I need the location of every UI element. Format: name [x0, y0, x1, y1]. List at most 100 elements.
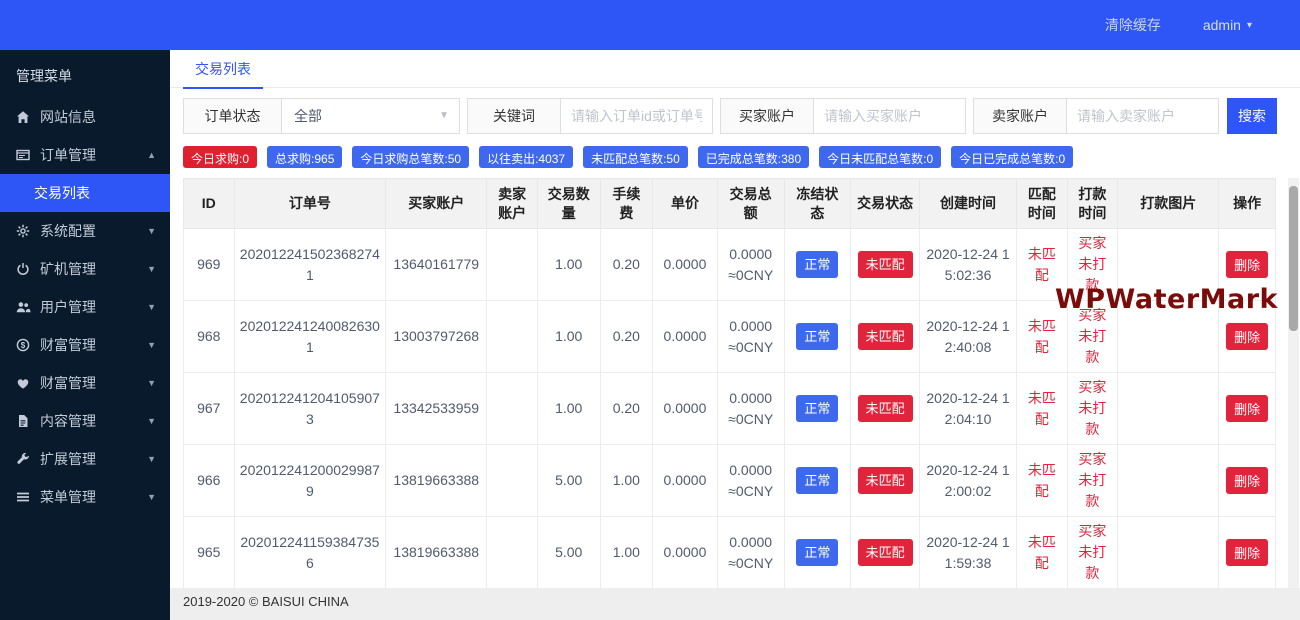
cell-value: 2020-12-24 15:02:36 — [926, 245, 1010, 283]
cell-created: 2020-12-24 12:04:10 — [918, 372, 1018, 445]
cell-price: 0.0000 — [652, 300, 718, 373]
cell-value: 969 — [197, 256, 221, 272]
cell-created: 2020-12-24 11:59:38 — [918, 516, 1018, 588]
cell-match: 未匹配 — [1016, 372, 1068, 445]
orders-icon — [16, 148, 31, 163]
scrollbar-thumb[interactable] — [1289, 186, 1298, 331]
column-header: 创建时间 — [918, 178, 1018, 229]
cell-value: 2020-12-24 12:40:08 — [926, 317, 1010, 355]
cell-order-no: 2020122412400826301 — [233, 300, 387, 373]
cell-order-no: 2020122411593847356 — [233, 516, 387, 588]
sidebar-item-site-info[interactable]: 网站信息 — [0, 98, 170, 136]
cell-value: 5.00 — [555, 544, 583, 560]
cell-id: 968 — [183, 300, 235, 373]
cell-image — [1117, 516, 1220, 588]
buyer-filter: 买家账户 — [720, 98, 966, 134]
cell-freeze: 正常 — [783, 372, 852, 445]
sidebar-item-miner-mgmt[interactable]: 矿机管理 ▼ — [0, 250, 170, 288]
main-content: 交易列表 订单状态 全部 ▼ 关键词 买家账户 卖家账户 搜 — [170, 50, 1300, 620]
trade-status-badge: 未匹配 — [857, 538, 913, 567]
cell-action: 删除 — [1218, 228, 1276, 301]
cell-created: 2020-12-24 12:40:08 — [918, 300, 1018, 373]
cell-action: 删除 — [1218, 300, 1276, 373]
keyword-input[interactable] — [560, 98, 713, 134]
sidebar-menu: 网站信息 订单管理 ▲ 交易列表 系统配置 ▼ 矿机管理 ▼ 用户管理 ▼ $ 财富管理 ▼ 财富管理 ▼ 内… — [0, 98, 170, 516]
table-row: 969 2020122415023682741 13640161779 1.00 0.2… — [183, 228, 1276, 301]
cell-order-no: 2020122412041059073 — [233, 372, 387, 445]
sidebar-item-label: 网站信息 — [40, 109, 96, 125]
stat-badge: 已完成总笔数:380 — [697, 146, 810, 168]
buyer-account-input[interactable] — [813, 98, 966, 134]
cell-id: 967 — [183, 372, 235, 445]
cell-order-no: 2020122412000299879 — [233, 444, 387, 517]
chevron-down-icon: ▼ — [147, 416, 156, 426]
pay-time-status: 买家未打款 — [1078, 235, 1107, 293]
cell-value: 0.0000 — [663, 256, 707, 272]
seller-account-input[interactable] — [1066, 98, 1219, 134]
cell-freeze: 正常 — [783, 300, 852, 373]
match-time-status: 未匹配 — [1027, 389, 1056, 427]
cell-value: 1.00 — [612, 472, 640, 488]
cell-total: 0.0000 ≈0CNY — [716, 444, 785, 517]
footer: 2019-2020 © BAISUI CHINA — [170, 588, 1300, 620]
cell-action: 删除 — [1218, 516, 1276, 588]
stat-badge: 今日未匹配总笔数:0 — [819, 146, 942, 168]
table-scrollbar[interactable] — [1288, 178, 1299, 588]
pay-time-status: 买家未打款 — [1078, 451, 1107, 509]
sidebar-item-menu-mgmt[interactable]: 菜单管理 ▼ — [0, 478, 170, 516]
cell-value: 2020122412041059073 — [239, 389, 380, 427]
footer-text: 2019-2020 © BAISUI CHINA — [183, 594, 349, 609]
cell-value: 2020122411593847356 — [240, 533, 380, 571]
match-time-status: 未匹配 — [1027, 533, 1056, 571]
tab-transaction-list[interactable]: 交易列表 — [183, 50, 263, 89]
sidebar-item-extension-mgmt[interactable]: 扩展管理 ▼ — [0, 440, 170, 478]
cell-status: 未匹配 — [850, 300, 920, 373]
seller-account-label: 卖家账户 — [973, 98, 1066, 134]
cell-value: 13640161779 — [393, 256, 480, 272]
stat-badge: 以往卖出:4037 — [479, 146, 574, 168]
cell-value: 965 — [197, 544, 221, 560]
sidebar-item-wealth-mgmt-1[interactable]: $ 财富管理 ▼ — [0, 326, 170, 364]
tabbar: 交易列表 — [170, 50, 1300, 89]
delete-button[interactable]: 删除 — [1226, 251, 1269, 278]
delete-button[interactable]: 删除 — [1226, 539, 1269, 566]
cell-qty: 5.00 — [536, 516, 601, 588]
chevron-down-icon: ▼ — [147, 454, 156, 464]
cell-action: 删除 — [1218, 372, 1276, 445]
delete-button[interactable]: 删除 — [1226, 395, 1269, 422]
clear-cache-button[interactable]: 清除缓存 — [1105, 15, 1161, 35]
cell-status: 未匹配 — [850, 372, 920, 445]
table-row: 968 2020122412400826301 13003797268 1.00 0.2… — [183, 300, 1276, 373]
order-status-select[interactable]: 全部 ▼ — [281, 98, 460, 134]
table-row: 965 2020122411593847356 13819663388 5.00 1.0… — [183, 516, 1276, 588]
cell-match: 未匹配 — [1016, 300, 1068, 373]
cell-id: 966 — [183, 444, 235, 517]
admin-menu[interactable]: admin ▾ — [1203, 17, 1252, 33]
cell-match: 未匹配 — [1016, 516, 1068, 588]
total-total2: ≈0CNY — [728, 338, 774, 355]
column-header: 冻结状态 — [783, 178, 852, 229]
cell-image — [1117, 300, 1220, 373]
cell-order-no: 2020122415023682741 — [233, 228, 387, 301]
delete-button[interactable]: 删除 — [1226, 467, 1269, 494]
delete-button[interactable]: 删除 — [1226, 323, 1269, 350]
total-total1: 0.0000 — [729, 533, 773, 550]
sidebar-item-label: 财富管理 — [40, 337, 96, 353]
seller-filter: 卖家账户 — [973, 98, 1219, 134]
sidebar-item-content-mgmt[interactable]: 内容管理 ▼ — [0, 402, 170, 440]
sidebar-item-label: 订单管理 — [40, 147, 96, 163]
column-header: 打款时间 — [1066, 178, 1119, 229]
stats-bar: 今日求购:0 总求购:965 今日求购总笔数:50 以往卖出:4037 未匹配总笔数:5… — [170, 134, 1300, 176]
sidebar-item-system-config[interactable]: 系统配置 ▼ — [0, 212, 170, 250]
cell-created: 2020-12-24 12:00:02 — [918, 444, 1018, 517]
total-total1: 0.0000 — [729, 245, 773, 262]
sidebar-item-order-mgmt[interactable]: 订单管理 ▲ — [0, 136, 170, 174]
pay-time-status: 买家未打款 — [1078, 307, 1107, 365]
sidebar-item-transaction-list[interactable]: 交易列表 — [0, 174, 170, 212]
column-header: 买家账户 — [385, 178, 488, 229]
cell-value: 2020-12-24 11:59:38 — [926, 533, 1010, 571]
column-header: 匹配时间 — [1016, 178, 1068, 229]
sidebar-item-wealth-mgmt-2[interactable]: 财富管理 ▼ — [0, 364, 170, 402]
search-button[interactable]: 搜索 — [1227, 98, 1277, 134]
sidebar-item-user-mgmt[interactable]: 用户管理 ▼ — [0, 288, 170, 326]
